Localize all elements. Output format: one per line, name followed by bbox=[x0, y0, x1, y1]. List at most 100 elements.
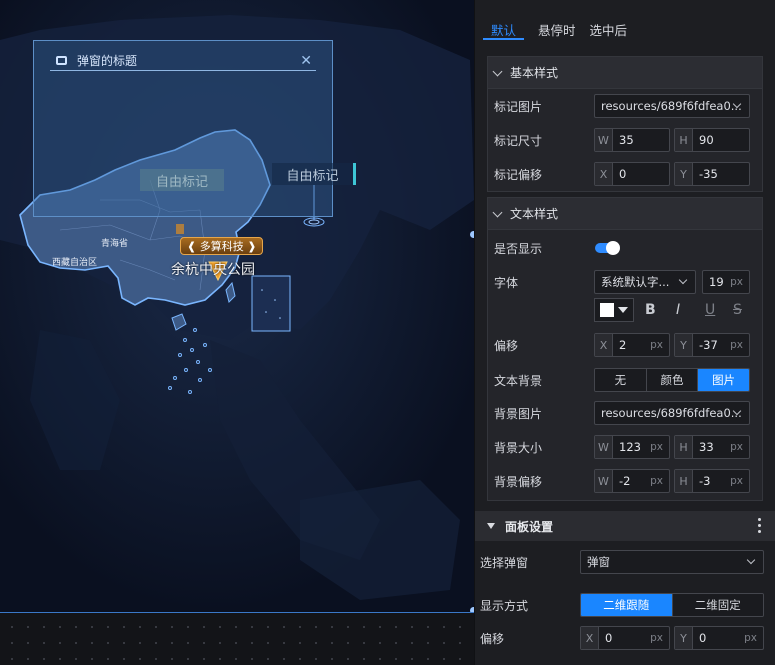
select-value: 系统默认字... bbox=[601, 275, 670, 289]
bg-offset-h-input[interactable]: H -3 px bbox=[674, 469, 750, 493]
text-color-picker[interactable] bbox=[594, 298, 634, 322]
font-family-select[interactable]: 系统默认字... bbox=[594, 270, 696, 294]
value: -35 bbox=[699, 167, 718, 181]
prefix: H bbox=[675, 470, 693, 492]
value: -37 bbox=[699, 338, 718, 352]
tab-selected[interactable]: 选中后 bbox=[590, 10, 628, 40]
text-offset-y-input[interactable]: Y -37 px bbox=[674, 333, 750, 357]
place-label-qinghai: 青海省 bbox=[101, 239, 129, 249]
display-fixed-2d[interactable]: 二维固定 bbox=[672, 594, 763, 616]
place-label-tibet: 西藏自治区 bbox=[52, 258, 98, 268]
display-mode-segmented: 二维跟随 二维固定 bbox=[580, 593, 764, 617]
value: 123 bbox=[619, 440, 641, 454]
panel-offset-x-input[interactable]: X 0 px bbox=[580, 626, 670, 650]
value: -2 bbox=[619, 474, 631, 488]
panel-offset-label: 偏移 bbox=[480, 632, 505, 646]
text-bg-label: 文本背景 bbox=[494, 374, 543, 388]
display-mode-label: 显示方式 bbox=[480, 599, 529, 613]
text-style-header[interactable]: 文本样式 bbox=[488, 198, 762, 230]
prefix: Y bbox=[675, 163, 693, 185]
marker-image-select[interactable]: resources/689f6fdfea0... bbox=[594, 94, 750, 118]
panel-offset-y-input[interactable]: Y 0 px bbox=[674, 626, 764, 650]
text-bg-segmented: 无 颜色 图片 bbox=[594, 368, 750, 392]
prefix: H bbox=[675, 436, 693, 458]
unit: px bbox=[650, 632, 663, 644]
value: 33 bbox=[699, 440, 714, 454]
select-value: resources/689f6fdfea0... bbox=[601, 99, 742, 113]
text-offset-x-input[interactable]: X 2 px bbox=[594, 333, 670, 357]
panel-settings-header[interactable]: 面板设置 bbox=[475, 511, 775, 541]
popup-select[interactable]: 弹窗 bbox=[580, 550, 764, 574]
value: 35 bbox=[619, 133, 634, 147]
value: -3 bbox=[699, 474, 711, 488]
group-title: 基本样式 bbox=[510, 66, 559, 80]
prefix: H bbox=[675, 129, 693, 151]
bg-height-input[interactable]: H 33 px bbox=[674, 435, 750, 459]
tab-default[interactable]: 默认 bbox=[483, 10, 525, 40]
state-tabs: 默认 悬停时 选中后 bbox=[483, 10, 628, 40]
value: 19 bbox=[709, 275, 724, 289]
prefix: X bbox=[595, 163, 613, 185]
unit: px bbox=[730, 475, 743, 487]
window-icon bbox=[56, 56, 67, 65]
font-label: 字体 bbox=[494, 276, 519, 290]
marker-size-label: 标记尺寸 bbox=[494, 134, 543, 148]
show-toggle[interactable] bbox=[595, 241, 620, 255]
value: 2 bbox=[619, 338, 627, 352]
prefix: W bbox=[595, 470, 613, 492]
map-canvas[interactable]: 弹窗的标题 ✕ 自由标记 自由标记 ❰ 多算科技 ❱ 余杭中央公园 青海省 西藏… bbox=[0, 0, 474, 665]
marker-label-badge[interactable]: ❰ 多算科技 ❱ bbox=[180, 237, 264, 255]
sea-inset bbox=[251, 275, 291, 332]
caret-down-icon bbox=[618, 307, 628, 313]
marker-offset-y-input[interactable]: Y -35 bbox=[674, 162, 750, 186]
value: 0 bbox=[699, 631, 707, 645]
marker-width-input[interactable]: W 35 bbox=[594, 128, 670, 152]
bg-option-color[interactable]: 颜色 bbox=[646, 369, 699, 391]
free-marker-label-2[interactable]: 自由标记 bbox=[272, 163, 356, 185]
bold-icon[interactable]: B bbox=[645, 302, 656, 318]
marker-height-input[interactable]: H 90 bbox=[674, 128, 750, 152]
basic-style-group: 基本样式 标记图片 resources/689f6fdfea0... 标记尺寸 … bbox=[487, 56, 763, 192]
bg-size-label: 背景大小 bbox=[494, 441, 543, 455]
unit: px bbox=[730, 339, 743, 351]
show-label: 是否显示 bbox=[494, 242, 543, 256]
more-icon[interactable] bbox=[758, 518, 762, 536]
chevron-down-icon bbox=[492, 207, 503, 217]
select-value: 弹窗 bbox=[587, 555, 610, 569]
underline-icon[interactable]: U bbox=[705, 302, 715, 318]
value: 90 bbox=[699, 133, 714, 147]
bg-width-input[interactable]: W 123 px bbox=[594, 435, 670, 459]
marker-offset-label: 标记偏移 bbox=[494, 168, 543, 182]
tab-hover[interactable]: 悬停时 bbox=[538, 10, 576, 40]
select-value: resources/689f6fdfea0... bbox=[601, 406, 742, 420]
marker-offset-x-input[interactable]: X0 bbox=[594, 162, 670, 186]
section-title: 面板设置 bbox=[505, 519, 554, 534]
free-marker-label[interactable]: 自由标记 bbox=[140, 169, 224, 191]
unit: px bbox=[730, 276, 743, 288]
unit: px bbox=[650, 441, 663, 453]
chevron-down-icon bbox=[746, 555, 756, 565]
basic-style-header[interactable]: 基本样式 bbox=[488, 57, 762, 89]
prefix: Y bbox=[675, 334, 693, 356]
caret-down-icon bbox=[487, 523, 495, 529]
strikethrough-icon[interactable]: S bbox=[733, 302, 742, 318]
unit: px bbox=[650, 339, 663, 351]
prefix: W bbox=[595, 129, 613, 151]
close-icon[interactable]: ✕ bbox=[300, 53, 312, 69]
popup-select-label: 选择弹窗 bbox=[480, 556, 529, 570]
poi-label[interactable]: 余杭中央公园 bbox=[171, 259, 255, 279]
text-style-group: 文本样式 是否显示 字体 系统默认字... 19 px B I U S 偏移 X2… bbox=[487, 197, 763, 501]
font-size-input[interactable]: 19 px bbox=[702, 270, 750, 294]
prefix: X bbox=[595, 334, 613, 356]
bg-image-label: 背景图片 bbox=[494, 407, 543, 421]
chevron-down-icon bbox=[678, 275, 688, 285]
value: 0 bbox=[619, 167, 627, 181]
display-follow-2d[interactable]: 二维跟随 bbox=[581, 594, 673, 616]
italic-icon[interactable]: I bbox=[676, 302, 680, 318]
text-offset-label: 偏移 bbox=[494, 339, 519, 353]
bg-offset-w-input[interactable]: W -2 px bbox=[594, 469, 670, 493]
bg-option-image[interactable]: 图片 bbox=[698, 369, 749, 391]
unit: px bbox=[730, 441, 743, 453]
bg-image-select[interactable]: resources/689f6fdfea0... bbox=[594, 401, 750, 425]
bg-option-none[interactable]: 无 bbox=[595, 369, 647, 391]
